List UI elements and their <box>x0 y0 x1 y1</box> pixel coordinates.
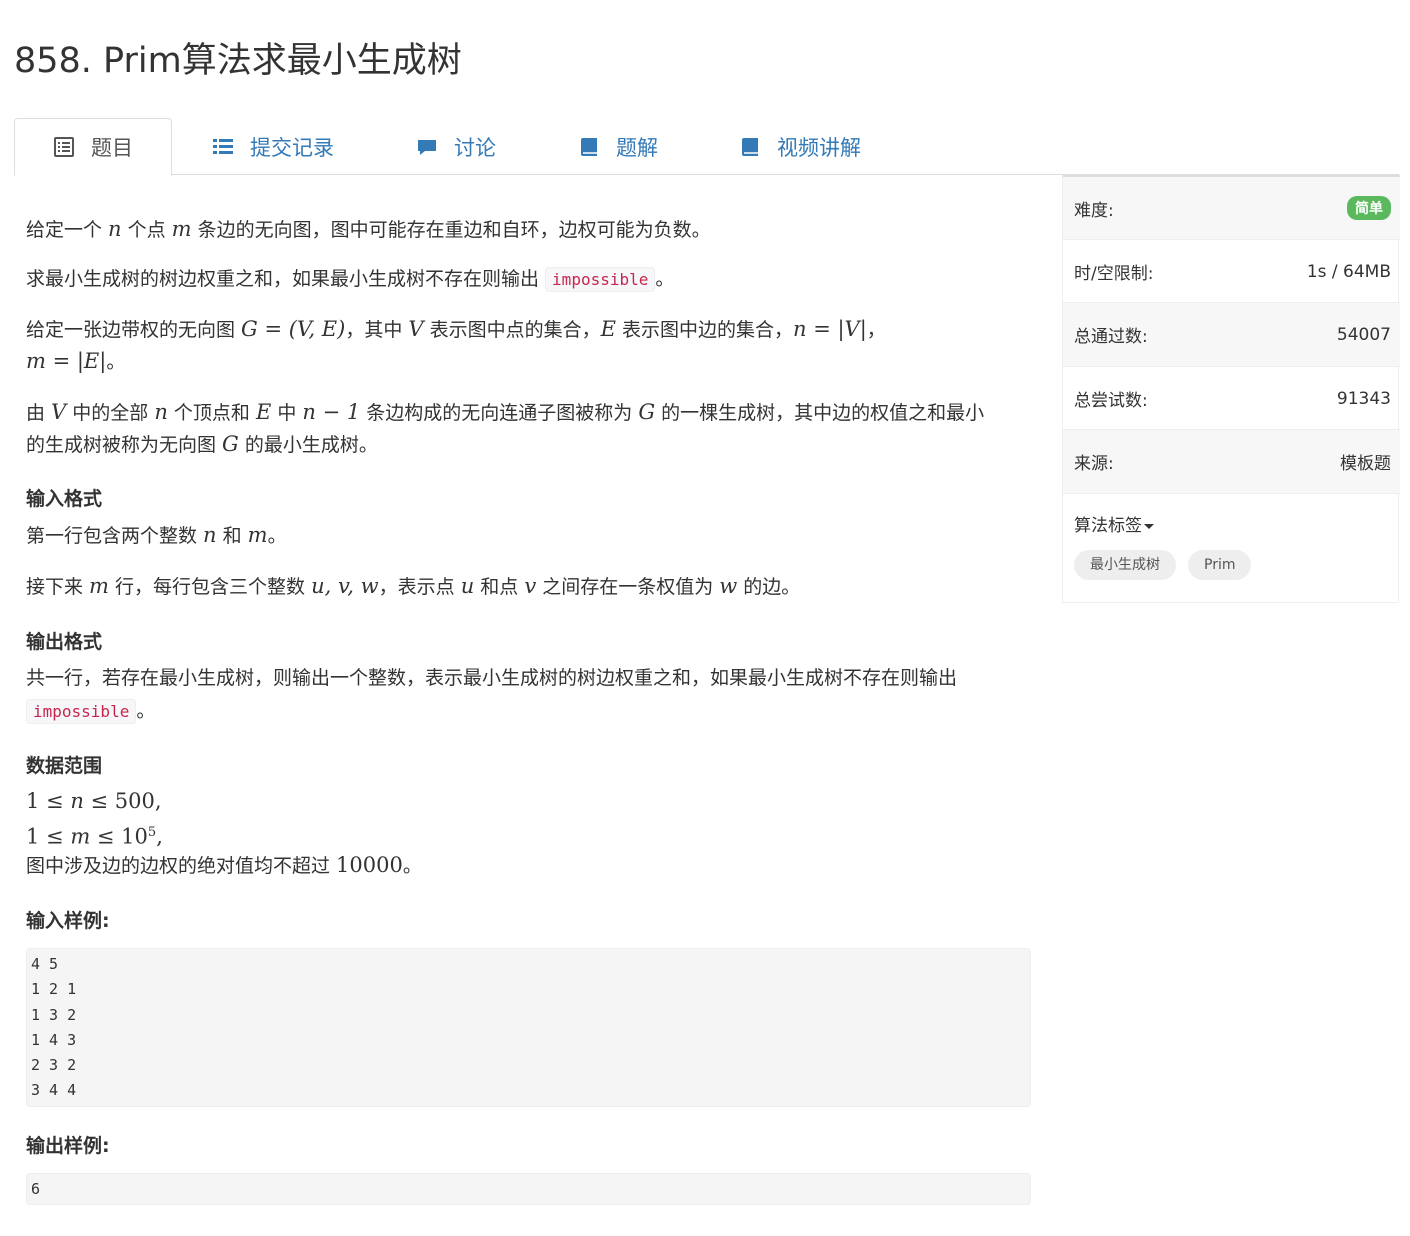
book-icon <box>578 136 600 158</box>
inline-code: impossible <box>26 699 137 724</box>
output-format-heading: 输出格式 <box>26 631 103 653</box>
sample-output-heading: 输出样例: <box>26 1135 110 1157</box>
caret-down-icon <box>1144 523 1154 529</box>
limit-value: 1s / 64MB <box>1306 261 1391 282</box>
difficulty-row: 难度: 简单 <box>1063 175 1400 239</box>
tab-video[interactable]: 视频讲解 <box>739 118 861 175</box>
difficulty-label: 难度: <box>1074 200 1114 221</box>
data-range-heading: 数据范围 <box>26 755 103 777</box>
limit-row: 时/空限制: 1s / 64MB <box>1063 239 1400 303</box>
tab-label: 讨论 <box>454 135 496 160</box>
range-line: 1 ≤ n ≤ 500, <box>26 789 162 813</box>
source-row: 来源: 模板题 <box>1063 429 1400 493</box>
problem-paragraph: 给定一个 n 个点 m 条边的无向图，图中可能存在重边和自环，边权可能为负数。 <box>26 217 711 241</box>
tab-label: 题目 <box>91 136 133 160</box>
tab-discussion[interactable]: 讨论 <box>416 118 496 175</box>
passed-value: 54007 <box>1336 324 1391 345</box>
algorithm-tags-toggle[interactable]: 算法标签 <box>1074 511 1154 536</box>
comment-icon <box>416 136 438 158</box>
tab-submissions[interactable]: 提交记录 <box>212 118 334 175</box>
passed-label: 总通过数: <box>1074 327 1148 347</box>
tag-chip[interactable]: 最小生成树 <box>1074 550 1176 580</box>
tab-label: 提交记录 <box>250 135 334 160</box>
limit-label: 时/空限制: <box>1074 264 1154 284</box>
list-alt-icon <box>53 136 75 158</box>
problem-paragraph: 求最小生成树的树边权重之和，如果最小生成树不存在则输出 impossible。 <box>26 267 675 292</box>
range-line: 1 ≤ m ≤ 105, <box>26 824 163 849</box>
problem-paragraph: 由 V 中的全部 n 个顶点和 E 中 n − 1 条边构成的无向连通子图被称为… <box>26 400 985 424</box>
tried-row: 总尝试数: 91343 <box>1063 366 1400 430</box>
sample-input-heading: 输入样例: <box>26 910 110 932</box>
tag-chip[interactable]: Prim <box>1188 550 1252 580</box>
sample-output-block[interactable]: 6 <box>26 1173 1031 1205</box>
sample-input-block[interactable]: 4 5 1 2 1 1 3 2 1 4 3 2 3 2 3 4 4 <box>26 948 1031 1107</box>
passed-row: 总通过数: 54007 <box>1063 302 1400 366</box>
tab-label: 视频讲解 <box>777 135 861 160</box>
list-icon <box>212 136 234 158</box>
problem-paragraph: impossible。 <box>26 695 155 728</box>
problem-paragraph: 给定一张边带权的无向图 G = (V, E)，其中 V 表示图中点的集合，E 表… <box>26 317 886 341</box>
source-value: 模板题 <box>1340 454 1391 474</box>
problem-paragraph: m = |E|。 <box>26 349 126 373</box>
book-icon <box>739 136 761 158</box>
difficulty-badge: 简单 <box>1347 196 1391 220</box>
tab-label: 题解 <box>616 135 658 160</box>
inline-code: impossible <box>545 267 656 292</box>
problem-paragraph: 第一行包含两个整数 n 和 m。 <box>26 523 287 547</box>
page-title: 858. Prim算法求最小生成树 <box>14 41 462 81</box>
range-line: 图中涉及边的边权的绝对值均不超过 10000。 <box>26 853 422 877</box>
problem-paragraph: 共一行，若存在最小生成树，则输出一个整数，表示最小生成树的树边权重之和，如果最小… <box>26 667 958 689</box>
problem-tabs: 题目 提交记录 讨论 题解 视频讲解 <box>14 118 1399 176</box>
tab-solutions[interactable]: 题解 <box>578 118 658 175</box>
source-label: 来源: <box>1074 454 1114 474</box>
problem-info-panel: 难度: 简单 时/空限制: 1s / 64MB 总通过数: 54007 总尝试数… <box>1062 175 1400 603</box>
tried-value: 91343 <box>1336 388 1391 409</box>
input-format-heading: 输入格式 <box>26 488 103 510</box>
tried-label: 总尝试数: <box>1074 391 1148 411</box>
tab-problem[interactable]: 题目 <box>14 118 172 176</box>
problem-paragraph: 的生成树被称为无向图 G 的最小生成树。 <box>26 432 378 456</box>
problem-paragraph: 接下来 m 行，每行包含三个整数 u, v, w，表示点 u 和点 v 之间存在… <box>26 574 801 598</box>
